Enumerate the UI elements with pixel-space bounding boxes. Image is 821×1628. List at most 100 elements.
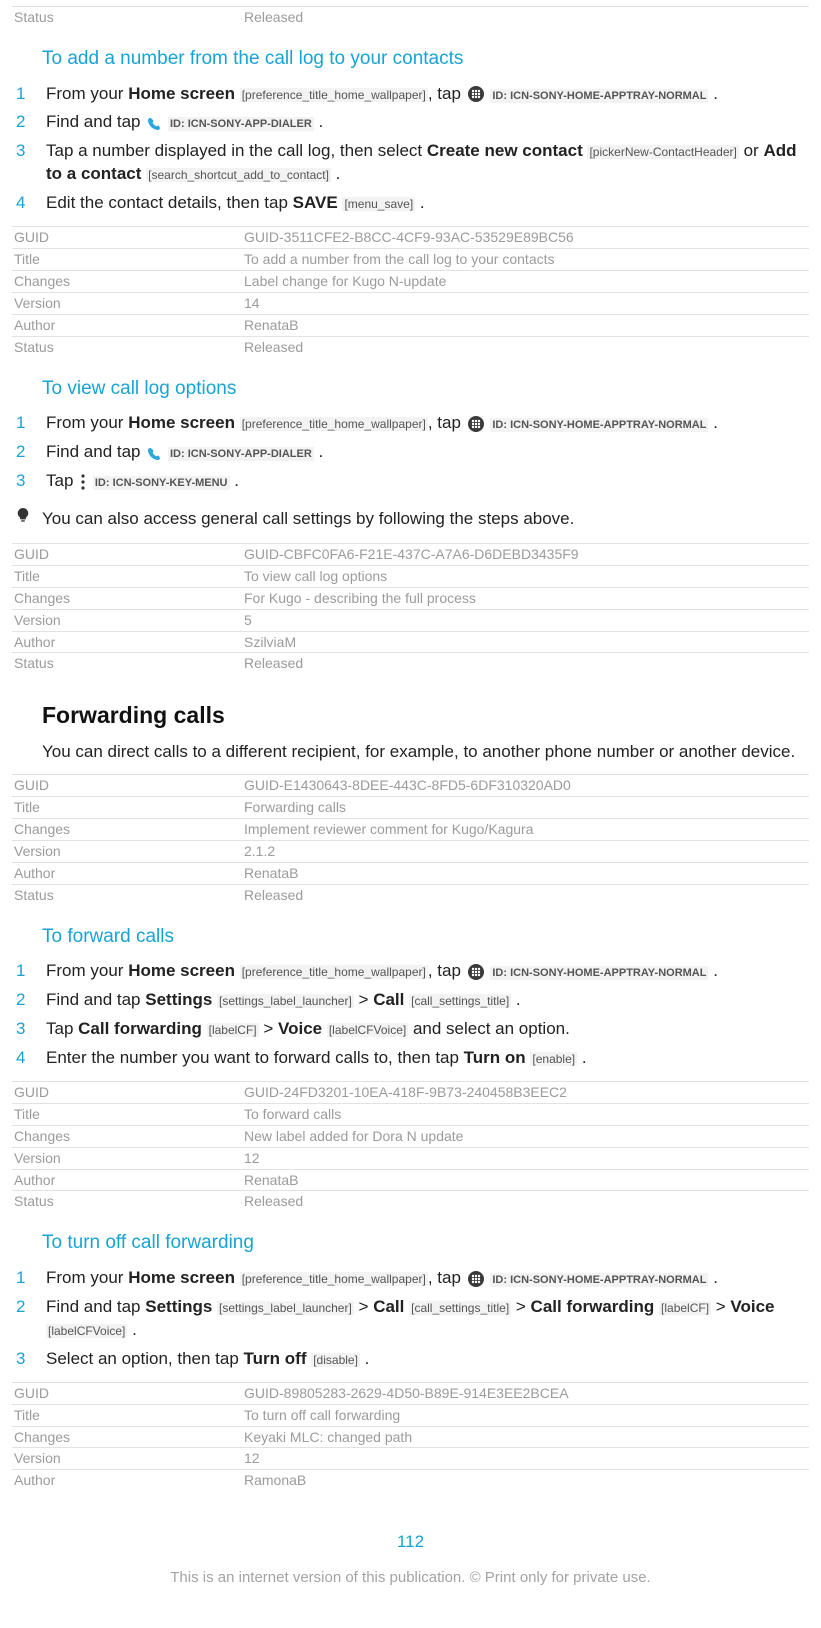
section-body: You can direct calls to a different reci… <box>42 741 809 764</box>
step-body: Find and tap ID: ICN-SONY-APP-DIALER . <box>46 111 809 134</box>
procedure-title: To turn off call forwarding <box>42 1230 809 1256</box>
table-row: GUIDGUID-24FD3201-10EA-418F-9B73-240458B… <box>12 1082 809 1104</box>
meta-table: GUIDGUID-3511CFE2-B8CC-4CF9-93AC-53529E8… <box>12 226 809 357</box>
procedure-title: To add a number from the call log to you… <box>42 46 809 72</box>
table-row: GUIDGUID-89805283-2629-4D50-B89E-914E3EE… <box>12 1382 809 1404</box>
step: 3 Select an option, then tap Turn off [d… <box>12 1345 809 1374</box>
step: 1 From your Home screen [preference_titl… <box>12 80 809 109</box>
apptray-icon <box>468 964 484 980</box>
step-number: 2 <box>12 1296 46 1319</box>
page-number: 112 <box>12 1531 809 1554</box>
step-list: 1 From your Home screen [preference_titl… <box>12 409 809 496</box>
table-row: TitleForwarding calls <box>12 797 809 819</box>
step-number: 3 <box>12 1018 46 1041</box>
meta-table: GUIDGUID-E1430643-8DEE-443C-8FD5-6DF3103… <box>12 774 809 905</box>
step-body: Find and tap Settings [settings_label_la… <box>46 989 809 1012</box>
procedure-title: To view call log options <box>42 376 809 402</box>
step-body: Tap Call forwarding [labelCF] > Voice [l… <box>46 1018 809 1041</box>
step-list: 1 From your Home screen [preference_titl… <box>12 80 809 219</box>
step: 4 Edit the contact details, then tap SAV… <box>12 189 809 218</box>
document-page: Status Released To add a number from the… <box>0 6 821 1628</box>
table-row: Version12 <box>12 1448 809 1470</box>
table-row: ChangesNew label added for Dora N update <box>12 1125 809 1147</box>
table-row: Version5 <box>12 609 809 631</box>
step: 4 Enter the number you want to forward c… <box>12 1044 809 1073</box>
step-body: Enter the number you want to forward cal… <box>46 1047 809 1070</box>
step-number: 4 <box>12 192 46 215</box>
step-body: Tap ID: ICN-SONY-KEY-MENU . <box>46 470 809 493</box>
procedure-title: To forward calls <box>42 924 809 950</box>
meta-key: Status <box>12 7 242 28</box>
table-row: AuthorRenataB <box>12 1169 809 1191</box>
step: 2 Find and tap Settings [settings_label_… <box>12 986 809 1015</box>
table-row: Version2.1.2 <box>12 840 809 862</box>
step-number: 1 <box>12 1267 46 1290</box>
menu-dots-icon <box>80 474 86 490</box>
step-body: Select an option, then tap Turn off [dis… <box>46 1348 809 1371</box>
apptray-icon <box>468 416 484 432</box>
step-number: 2 <box>12 989 46 1012</box>
table-row: ChangesImplement reviewer comment for Ku… <box>12 819 809 841</box>
table-row: StatusReleased <box>12 336 809 357</box>
step-number: 1 <box>12 83 46 106</box>
meta-table: GUIDGUID-CBFC0FA6-F21E-437C-A7A6-D6DEBD3… <box>12 543 809 674</box>
table-row: TitleTo view call log options <box>12 565 809 587</box>
table-row: StatusReleased <box>12 1191 809 1212</box>
footer-note: This is an internet version of this publ… <box>12 1568 809 1588</box>
table-row: GUIDGUID-E1430643-8DEE-443C-8FD5-6DF3103… <box>12 775 809 797</box>
step-body: Find and tap ID: ICN-SONY-APP-DIALER . <box>46 441 809 464</box>
table-row: TitleTo forward calls <box>12 1103 809 1125</box>
step-body: Edit the contact details, then tap SAVE … <box>46 192 809 215</box>
table-row: TitleTo turn off call forwarding <box>12 1404 809 1426</box>
dialer-icon <box>147 117 161 131</box>
apptray-icon <box>468 86 484 102</box>
table-row: Status Released <box>12 7 809 28</box>
table-row: StatusReleased <box>12 653 809 674</box>
step-number: 2 <box>12 441 46 464</box>
step-body: Find and tap Settings [settings_label_la… <box>46 1296 809 1342</box>
step: 1 From your Home screen [preference_titl… <box>12 409 809 438</box>
table-row: TitleTo add a number from the call log t… <box>12 249 809 271</box>
table-row: StatusReleased <box>12 884 809 905</box>
step: 2 Find and tap ID: ICN-SONY-APP-DIALER . <box>12 438 809 467</box>
step: 3 Tap a number displayed in the call log… <box>12 137 809 189</box>
table-row: AuthorRamonaB <box>12 1470 809 1491</box>
step-body: From your Home screen [preference_title_… <box>46 83 809 106</box>
table-row: ChangesFor Kugo - describing the full pr… <box>12 587 809 609</box>
section-title: Forwarding calls <box>42 700 809 731</box>
step-body: From your Home screen [preference_title_… <box>46 1267 809 1290</box>
table-row: Version14 <box>12 292 809 314</box>
table-row: ChangesKeyaki MLC: changed path <box>12 1426 809 1448</box>
table-row: AuthorRenataB <box>12 862 809 884</box>
tip-body: You can also access general call setting… <box>42 508 809 531</box>
step-number: 3 <box>12 470 46 493</box>
step-list: 1 From your Home screen [preference_titl… <box>12 957 809 1073</box>
step-number: 3 <box>12 1348 46 1371</box>
table-row: AuthorSzilviaM <box>12 631 809 653</box>
step-body: From your Home screen [preference_title_… <box>46 960 809 983</box>
step-list: 1 From your Home screen [preference_titl… <box>12 1264 809 1374</box>
step: 3 Tap ID: ICN-SONY-KEY-MENU . <box>12 467 809 496</box>
step-number: 1 <box>12 412 46 435</box>
step-number: 4 <box>12 1047 46 1070</box>
table-row: Version12 <box>12 1147 809 1169</box>
step: 3 Tap Call forwarding [labelCF] > Voice … <box>12 1015 809 1044</box>
step: 1 From your Home screen [preference_titl… <box>12 1264 809 1293</box>
step-number: 2 <box>12 111 46 134</box>
table-row: ChangesLabel change for Kugo N-update <box>12 271 809 293</box>
meta-table: GUIDGUID-89805283-2629-4D50-B89E-914E3EE… <box>12 1382 809 1491</box>
meta-table: GUIDGUID-24FD3201-10EA-418F-9B73-240458B… <box>12 1081 809 1212</box>
step: 2 Find and tap Settings [settings_label_… <box>12 1293 809 1345</box>
meta-table-top: Status Released <box>12 6 809 28</box>
table-row: GUIDGUID-CBFC0FA6-F21E-437C-A7A6-D6DEBD3… <box>12 543 809 565</box>
tip: You can also access general call setting… <box>12 508 809 531</box>
meta-val: Released <box>242 7 809 28</box>
table-row: GUIDGUID-3511CFE2-B8CC-4CF9-93AC-53529E8… <box>12 227 809 249</box>
dialer-icon <box>147 447 161 461</box>
lightbulb-icon <box>16 508 30 522</box>
step-body: Tap a number displayed in the call log, … <box>46 140 809 186</box>
step-number: 1 <box>12 960 46 983</box>
step: 1 From your Home screen [preference_titl… <box>12 957 809 986</box>
step-number: 3 <box>12 140 46 163</box>
step-body: From your Home screen [preference_title_… <box>46 412 809 435</box>
